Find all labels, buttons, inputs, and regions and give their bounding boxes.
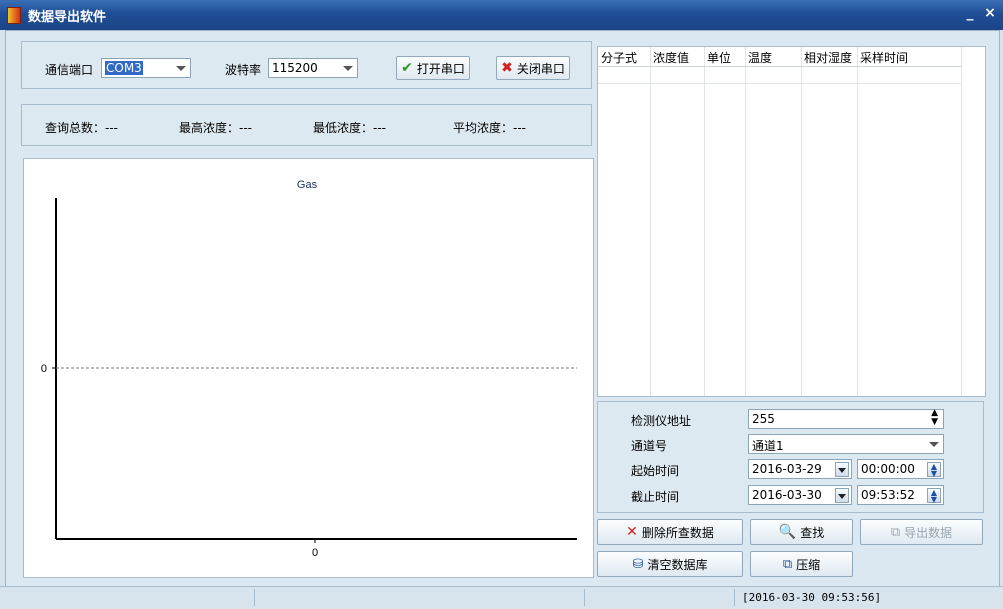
x-tick-label: 0 <box>312 547 318 559</box>
table-row[interactable] <box>598 67 961 84</box>
baud-value: 115200 <box>272 61 318 75</box>
stat-min: 最低浓度：--- <box>313 121 386 135</box>
clear-database-label: 清空数据库 <box>647 557 708 572</box>
table-header: 分子式 浓度值 单位 温度 相对湿度 采样时间 <box>598 47 961 67</box>
status-divider <box>254 589 255 606</box>
start-time-spinner[interactable]: 00:00:00 ▲ ▼ <box>857 459 944 479</box>
chevron-down-icon <box>929 442 939 447</box>
status-time: [2016-03-30 09:53:56] <box>742 591 882 604</box>
stat-total: 查询总数：--- <box>45 121 118 135</box>
app-icon <box>7 7 21 24</box>
open-port-label: 打开串口 <box>416 61 465 76</box>
port-select[interactable]: COM3 <box>101 58 191 78</box>
address-label: 检测仪地址 <box>631 414 692 428</box>
start-label: 起始时间 <box>631 464 680 478</box>
delete-data-label: 删除所查数据 <box>641 525 714 540</box>
port-value: COM3 <box>105 61 143 75</box>
chart-svg: Gas 0 0 <box>41 179 577 559</box>
column-divider <box>745 47 746 396</box>
channel-value: 通道1 <box>752 439 784 453</box>
column-divider <box>650 47 651 396</box>
start-time-value: 00:00:00 <box>861 462 915 476</box>
stat-avg: 平均浓度：--- <box>453 121 526 135</box>
column-divider <box>704 47 705 396</box>
export-data-button[interactable]: ⧉ 导出数据 <box>860 519 983 545</box>
stats-panel: 查询总数：--- 最高浓度：--- 最低浓度：--- 平均浓度：--- <box>21 104 592 146</box>
channel-label: 通道号 <box>631 439 668 453</box>
close-port-label: 关闭串口 <box>516 61 565 76</box>
query-panel: 检测仪地址 255 ▲ ▼ 通道号 通道1 起始时间 2016-03-29 00:… <box>597 401 984 513</box>
spin-icon: ▲ ▼ <box>931 408 938 427</box>
client-area: 通信端口 COM3 波特率 115200 ✔ 打开串口 ✖ 关闭串口 查询总数：… <box>5 30 1000 588</box>
open-port-button[interactable]: ✔ 打开串口 <box>396 56 470 80</box>
port-label: 通信端口 <box>45 63 94 77</box>
compress-icon: ⧉ <box>782 556 793 572</box>
start-date-value: 2016-03-29 <box>752 462 822 476</box>
check-icon: ✔ <box>401 60 413 76</box>
title-bar: 数据导出软件 _ × <box>0 0 1003 30</box>
x-icon: ✕ <box>626 524 638 540</box>
chart-title: Gas <box>297 179 318 191</box>
export-icon: ⧉ <box>890 524 901 540</box>
minimize-button[interactable]: _ <box>962 5 978 21</box>
end-date-picker[interactable]: 2016-03-30 <box>748 485 852 505</box>
baud-select[interactable]: 115200 <box>268 58 358 78</box>
clear-database-button[interactable]: ⛁ 清空数据库 <box>597 551 743 577</box>
close-port-button[interactable]: ✖ 关闭串口 <box>496 56 570 80</box>
export-data-label: 导出数据 <box>904 525 953 540</box>
x-icon: ✖ <box>501 60 513 76</box>
data-table[interactable]: 分子式 浓度值 单位 温度 相对湿度 采样时间 <box>597 46 986 397</box>
y-tick-label: 0 <box>41 363 47 375</box>
column-header[interactable]: 分子式 <box>601 49 637 66</box>
end-label: 截止时间 <box>631 490 680 504</box>
chevron-down-icon <box>176 66 186 71</box>
search-icon: 🔍 <box>778 524 797 540</box>
serial-settings-panel: 通信端口 COM3 波特率 115200 ✔ 打开串口 ✖ 关闭串口 <box>21 41 592 89</box>
column-header[interactable]: 单位 <box>707 49 731 66</box>
gas-chart: Gas 0 0 <box>23 158 594 578</box>
status-bar: [2016-03-30 09:53:56] <box>0 586 1003 609</box>
database-icon: ⛁ <box>632 556 644 572</box>
column-header[interactable]: 采样时间 <box>860 49 908 66</box>
column-header[interactable]: 浓度值 <box>653 49 689 66</box>
column-header[interactable]: 温度 <box>748 49 772 66</box>
spin-icon[interactable]: ▲ ▼ <box>927 488 941 504</box>
channel-select[interactable]: 通道1 <box>748 434 944 454</box>
status-divider <box>584 589 585 606</box>
stat-max: 最高浓度：--- <box>179 121 252 135</box>
end-time-value: 09:53:52 <box>861 488 915 502</box>
address-value: 255 <box>752 412 775 426</box>
column-header[interactable]: 相对湿度 <box>804 49 852 66</box>
find-label: 查找 <box>800 525 825 540</box>
column-divider <box>961 47 962 396</box>
end-date-value: 2016-03-30 <box>752 488 822 502</box>
address-spinner[interactable]: 255 ▲ ▼ <box>748 409 944 429</box>
delete-data-button[interactable]: ✕ 删除所查数据 <box>597 519 743 545</box>
compress-label: 压缩 <box>796 557 821 572</box>
end-time-spinner[interactable]: 09:53:52 ▲ ▼ <box>857 485 944 505</box>
spin-icon[interactable]: ▲ ▼ <box>927 462 941 478</box>
find-button[interactable]: 🔍 查找 <box>750 519 853 545</box>
start-date-picker[interactable]: 2016-03-29 <box>748 459 852 479</box>
window-title: 数据导出软件 <box>28 10 107 25</box>
calendar-dropdown-icon[interactable] <box>835 462 849 477</box>
column-divider <box>857 47 858 396</box>
close-window-button[interactable]: × <box>982 5 998 21</box>
baud-label: 波特率 <box>225 63 262 77</box>
status-divider <box>734 589 735 606</box>
column-divider <box>801 47 802 396</box>
chevron-down-icon <box>343 66 353 71</box>
calendar-dropdown-icon[interactable] <box>835 488 849 503</box>
compress-button[interactable]: ⧉ 压缩 <box>750 551 853 577</box>
